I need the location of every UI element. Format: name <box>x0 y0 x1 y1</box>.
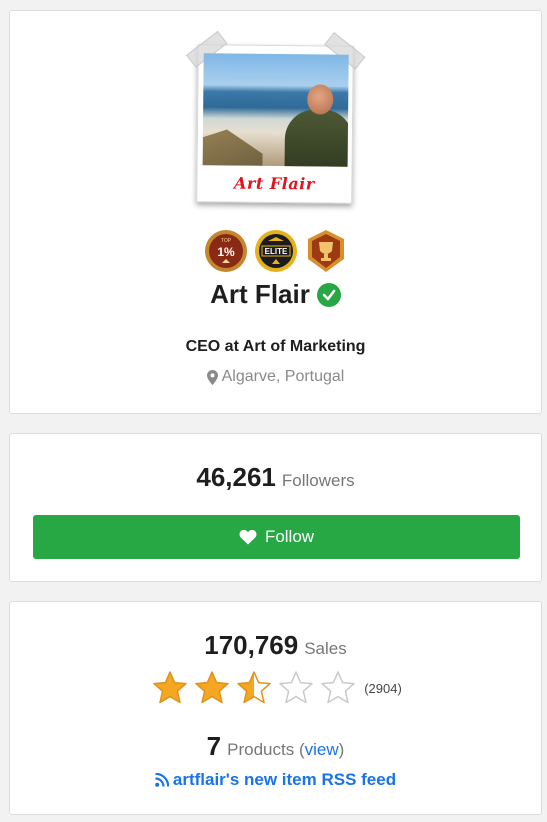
verified-check-icon <box>316 282 341 307</box>
star-icon <box>153 671 187 704</box>
rating-row: (2904) <box>10 670 541 706</box>
location-text: Algarve, Portugal <box>221 368 345 385</box>
profile-name-row: Art Flair <box>10 279 541 310</box>
rss-icon <box>155 773 169 787</box>
follow-button[interactable]: Follow <box>33 515 520 559</box>
sales-card: 170,769 Sales (2904) 7 Products (view) a… <box>9 601 542 815</box>
follow-button-label: Follow <box>264 527 315 546</box>
svg-text:TOP: TOP <box>221 238 232 244</box>
followers-label: Followers <box>281 471 355 490</box>
products-label: Products (view) <box>227 740 345 759</box>
profile-location: Algarve, Portugal <box>10 368 541 386</box>
trophy-badge-icon[interactable] <box>304 229 348 273</box>
profile-photo <box>202 53 349 167</box>
profile-card: Art Flair TOP 1% ELITE Art Flair CEO at … <box>9 10 542 414</box>
sales-stat: 170,769 Sales <box>10 630 541 661</box>
elite-badge-icon[interactable]: ELITE <box>254 229 298 273</box>
followers-stat: 46,261 Followers <box>10 462 541 493</box>
star-icon <box>321 671 355 704</box>
photo-caption: Art Flair <box>233 173 315 194</box>
profile-job-title: CEO at Art of Marketing <box>185 338 366 355</box>
map-marker-icon <box>206 369 218 385</box>
profile-photo-polaroid: Art Flair <box>186 30 366 204</box>
sales-count: 170,769 <box>204 630 299 660</box>
followers-count: 46,261 <box>196 462 276 492</box>
review-count: (2904) <box>364 680 402 696</box>
star-icon <box>237 671 271 704</box>
top-1-percent-badge-icon[interactable]: TOP 1% <box>204 229 248 273</box>
sales-label: Sales <box>304 639 347 658</box>
followers-card: 46,261 Followers Follow <box>9 433 542 582</box>
view-products-link[interactable]: view <box>305 740 339 759</box>
profile-name: Art Flair <box>210 279 310 309</box>
svg-text:1%: 1% <box>217 245 235 259</box>
svg-text:ELITE: ELITE <box>265 247 288 256</box>
star-icon <box>195 671 229 704</box>
products-stat: 7 Products (view) <box>10 731 541 762</box>
badge-row: TOP 1% ELITE <box>204 229 350 275</box>
star-rating <box>149 670 359 706</box>
rss-feed-link[interactable]: artflair's new item RSS feed <box>10 770 541 790</box>
heart-icon <box>239 529 257 545</box>
star-icon <box>279 671 313 704</box>
rss-feed-text: artflair's new item RSS feed <box>172 770 397 789</box>
products-count: 7 <box>206 731 222 761</box>
